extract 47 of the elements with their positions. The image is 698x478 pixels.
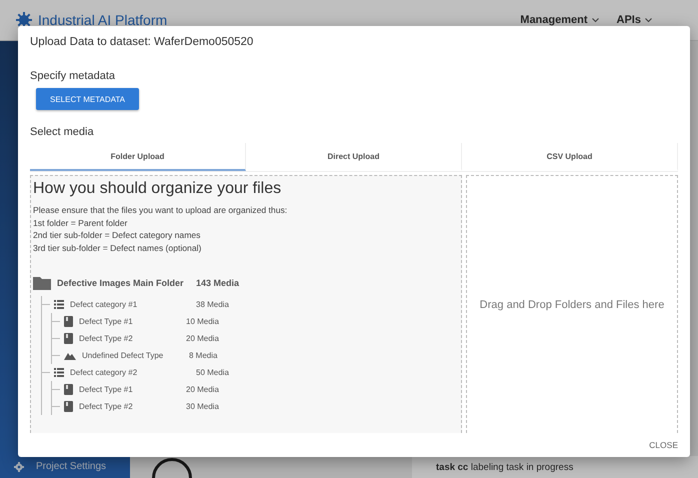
media-count: 10 Media	[186, 316, 219, 326]
sidebar-item[interactable]: Project Settings	[0, 457, 130, 476]
guide-text: 2nd tier sub-folder = Defect category names	[33, 229, 202, 242]
tree-item-name: Undefined Defect Type	[82, 350, 164, 360]
media-count: 30 Media	[186, 402, 219, 412]
chevron-down-icon	[645, 18, 652, 22]
document-icon	[64, 384, 73, 395]
list-icon	[54, 300, 64, 309]
media-count: 50 Media	[196, 368, 229, 378]
drop-zone-hint: Drag and Drop Folders and Files here	[480, 298, 664, 310]
tree-item-name: Defect category #1	[70, 300, 138, 310]
list-icon	[54, 368, 64, 377]
tree-item-name: Defect category #2	[70, 368, 138, 378]
document-icon	[64, 316, 73, 327]
tree-item-name: Defect Type #1	[79, 384, 134, 394]
guide-text: 1st folder = Parent folder	[33, 216, 128, 229]
guide-heading: How you should organize your files	[33, 180, 282, 198]
document-icon	[64, 333, 73, 344]
tree-item-name: Defect Type #2	[79, 402, 134, 412]
select-metadata-button[interactable]: SELECT METADATA	[36, 88, 139, 110]
media-count: 143 Media	[196, 278, 240, 288]
tree-item-name: Defect Type #1	[79, 316, 134, 326]
section-label: Specify metadata	[30, 70, 116, 82]
tree-item-name: Defect Type #2	[79, 334, 134, 344]
nav-menu[interactable]: APIs	[616, 14, 652, 26]
folder-icon	[33, 276, 51, 290]
dialog-title: Upload Data to dataset: WaferDemo050520	[30, 36, 254, 48]
tab[interactable]: Direct Upload	[246, 143, 462, 171]
tab[interactable]: Folder Upload	[30, 143, 246, 171]
media-count: 8 Media	[189, 350, 218, 360]
media-count: 20 Media	[186, 334, 219, 344]
document-icon	[64, 401, 73, 412]
tab[interactable]: CSV Upload	[462, 143, 678, 171]
tree-item-name: Defective Images Main Folder	[57, 278, 185, 288]
close-button[interactable]: CLOSE	[649, 436, 678, 454]
media-count: 20 Media	[186, 384, 219, 394]
chevron-down-icon	[592, 18, 599, 22]
section-label: Select media	[30, 126, 95, 138]
mountain-icon	[64, 352, 76, 360]
app-title: Industrial AI Platform	[38, 12, 168, 28]
guide-text: 3rd tier sub-folder = Defect names (optional)	[33, 242, 202, 254]
media-count: 38 Media	[196, 300, 229, 310]
nav-menu[interactable]: Management	[520, 14, 599, 26]
activity-message: task cc labeling task in progress	[412, 456, 698, 478]
drop-zone[interactable]: Drag and Drop Folders and Files here	[466, 175, 678, 433]
settings-icon	[14, 462, 24, 472]
guide-text: Please ensure that the files you want to upload are organized thus:	[33, 204, 288, 216]
